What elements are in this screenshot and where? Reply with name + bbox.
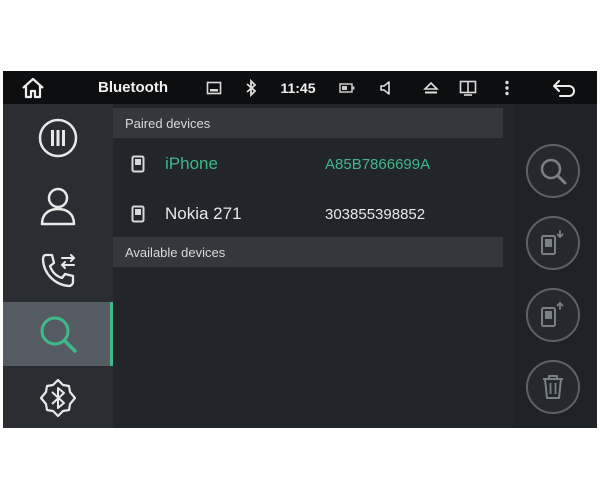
phone-connect-icon xyxy=(541,230,564,255)
sidebar-item-search[interactable] xyxy=(3,302,113,366)
paired-device-row[interactable]: Nokia 271 303855398852 xyxy=(113,190,503,238)
phone-icon xyxy=(131,205,145,228)
device-address: 303855398852 xyxy=(325,205,426,223)
phone-disconnect-icon xyxy=(541,301,564,327)
paired-device-row[interactable]: iPhone A85B7866699A xyxy=(113,140,503,188)
trash-icon xyxy=(543,375,563,399)
device-name: iPhone xyxy=(165,154,218,173)
split-screen-icon[interactable] xyxy=(455,71,481,104)
contact-icon xyxy=(40,187,76,226)
back-icon[interactable] xyxy=(547,71,581,104)
paired-devices-header: Paired devices xyxy=(113,108,503,138)
more-menu-icon[interactable] xyxy=(499,71,515,104)
device-address: A85B7866699A xyxy=(325,155,431,173)
phone-icon xyxy=(131,155,145,178)
sidebar xyxy=(3,104,113,428)
delete-device-button[interactable] xyxy=(526,360,580,414)
battery-icon xyxy=(336,71,358,104)
dialpad-icon xyxy=(38,118,78,158)
device-name: Nokia 271 xyxy=(165,204,242,223)
eject-icon[interactable] xyxy=(419,71,443,104)
disconnect-button[interactable] xyxy=(526,288,580,342)
connect-button[interactable] xyxy=(526,216,580,270)
bluetooth-status-icon xyxy=(241,71,261,104)
clock: 11:45 xyxy=(280,79,316,96)
call-log-icon xyxy=(41,253,76,288)
picture-icon xyxy=(203,71,225,104)
bluetooth-icon xyxy=(39,378,77,418)
app-title: Bluetooth xyxy=(98,79,168,96)
sidebar-item-contacts[interactable] xyxy=(3,174,113,238)
search-icon xyxy=(40,316,77,353)
volume-icon[interactable] xyxy=(376,71,398,104)
device-list-panel: Paired devices iPhone A85B7866699A Nokia… xyxy=(113,104,513,428)
head-unit-screen: Bluetooth 11:45 Paired devices iPhone A8… xyxy=(3,71,597,428)
sidebar-item-bluetooth-settings[interactable] xyxy=(3,366,113,428)
sidebar-item-dialpad[interactable] xyxy=(3,106,113,170)
search-icon xyxy=(540,158,567,185)
action-column xyxy=(513,104,597,428)
search-devices-button[interactable] xyxy=(526,144,580,198)
status-bar: Bluetooth 11:45 xyxy=(3,71,597,104)
sidebar-item-call-log[interactable] xyxy=(3,238,113,302)
available-devices-header: Available devices xyxy=(113,237,503,267)
home-icon[interactable] xyxy=(15,71,51,104)
